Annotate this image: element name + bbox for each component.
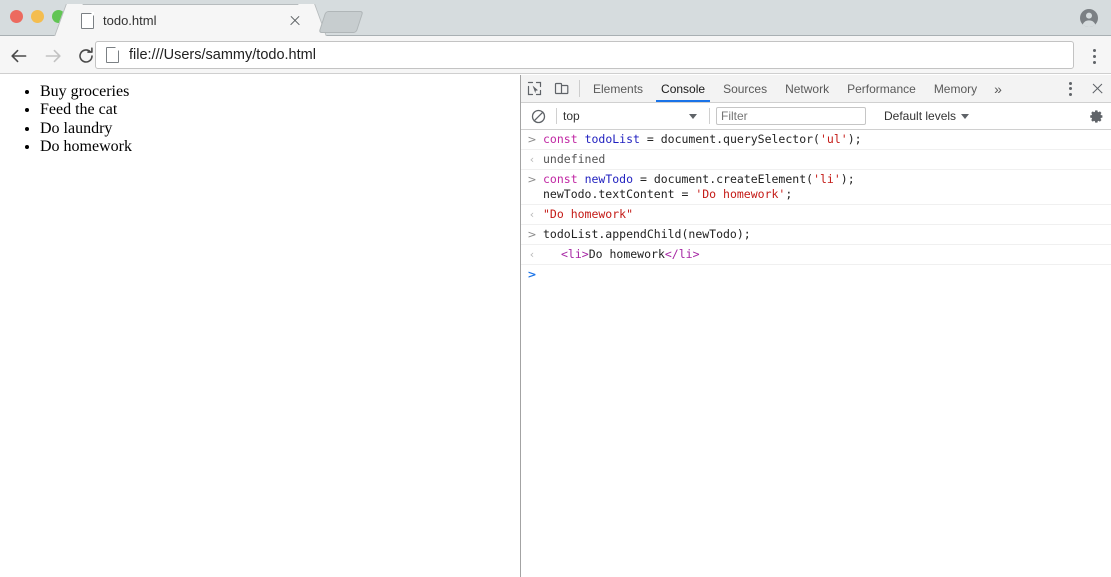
tab-strip: todo.html: [0, 0, 1111, 36]
omnibox-document-icon: [106, 46, 120, 63]
console-input-marker: >: [527, 228, 537, 241]
console-output-marker: ‹: [529, 153, 535, 166]
console-filter-bar: top Filter Default levels: [521, 103, 1111, 130]
inspect-element-icon[interactable]: [521, 75, 548, 102]
account-circle-icon[interactable]: [1079, 8, 1099, 28]
console-prompt-row[interactable]: >: [521, 265, 1111, 284]
close-window-button[interactable]: [10, 10, 23, 23]
forward-button[interactable]: [42, 45, 64, 67]
filter-divider: [709, 108, 710, 124]
chevron-down-icon: [961, 113, 970, 119]
console-row-content: todoList.appendChild(newTodo);: [543, 227, 751, 241]
more-tabs-chevron-icon[interactable]: »: [986, 75, 1010, 102]
tab-elements[interactable]: Elements: [584, 75, 652, 102]
browser-window: todo.html file:///Users/sammy/todo.html …: [0, 0, 1111, 577]
console-row-content: const todoList = document.querySelector(…: [543, 132, 862, 146]
console-input-marker: >: [527, 173, 537, 186]
back-button[interactable]: [8, 45, 30, 67]
execution-context-value: top: [563, 109, 580, 123]
console-filter-placeholder: Filter: [721, 109, 748, 123]
console-row[interactable]: ‹ "Do homework": [521, 205, 1111, 225]
tab-performance[interactable]: Performance: [838, 75, 925, 102]
list-item: Buy groceries: [40, 83, 520, 101]
close-devtools-icon[interactable]: [1083, 76, 1111, 102]
console-row-content: const newTodo = document.createElement('…: [543, 172, 855, 201]
tab-favicon-icon: [81, 12, 94, 29]
address-bar-url: file:///Users/sammy/todo.html: [129, 47, 316, 63]
console-filter-input[interactable]: Filter: [716, 107, 866, 125]
browser-tab[interactable]: todo.html: [68, 4, 313, 36]
toolbar-divider: [579, 80, 580, 97]
filter-divider: [556, 108, 557, 124]
gear-icon[interactable]: [1081, 109, 1111, 124]
console-row[interactable]: > const todoList = document.querySelecto…: [521, 130, 1111, 150]
console-row[interactable]: > todoList.appendChild(newTodo);: [521, 225, 1111, 245]
tab-close-icon[interactable]: [288, 14, 302, 28]
devtools-tabbar: Elements Console Sources Network Perform…: [521, 75, 1111, 103]
browser-menu-icon[interactable]: [1085, 46, 1103, 66]
console-prompt-marker: >: [527, 268, 537, 281]
console-output-marker: ‹: [529, 248, 535, 261]
list-item: Do laundry: [40, 120, 520, 138]
window-controls: [10, 10, 65, 23]
console-row-content: <li>Do homework</li>: [561, 247, 700, 261]
console-row-content: undefined: [543, 152, 606, 166]
page-viewport: Buy groceries Feed the cat Do laundry Do…: [0, 75, 520, 577]
console-row[interactable]: > const newTodo = document.createElement…: [521, 170, 1111, 205]
browser-toolbar: file:///Users/sammy/todo.html: [0, 36, 1111, 74]
console-row-content: "Do homework": [543, 207, 634, 221]
reload-button[interactable]: [75, 45, 97, 67]
console-input-marker: >: [527, 133, 537, 146]
devtools-menu-icon[interactable]: [1057, 76, 1083, 102]
console-row[interactable]: ‹ <li>Do homework</li>: [521, 245, 1111, 265]
console-row[interactable]: ‹ undefined: [521, 150, 1111, 170]
tab-console[interactable]: Console: [652, 75, 714, 102]
chevron-down-icon: [689, 113, 697, 119]
tab-memory[interactable]: Memory: [925, 75, 986, 102]
todo-list: Buy groceries Feed the cat Do laundry Do…: [0, 75, 520, 156]
log-levels-value: Default levels: [884, 109, 957, 123]
log-levels-select[interactable]: Default levels: [884, 109, 970, 123]
minimize-window-button[interactable]: [31, 10, 44, 23]
list-item: Do homework: [40, 138, 520, 156]
new-tab-button[interactable]: [318, 11, 364, 33]
console-output[interactable]: > const todoList = document.querySelecto…: [521, 130, 1111, 577]
clear-console-icon[interactable]: [526, 109, 550, 124]
list-item: Feed the cat: [40, 101, 520, 119]
tab-title: todo.html: [103, 13, 157, 28]
tab-network[interactable]: Network: [776, 75, 838, 102]
devtools-panel: Elements Console Sources Network Perform…: [520, 75, 1111, 577]
execution-context-select[interactable]: top: [563, 109, 703, 123]
address-bar[interactable]: file:///Users/sammy/todo.html: [95, 41, 1074, 69]
console-output-marker: ‹: [529, 208, 535, 221]
device-toolbar-icon[interactable]: [548, 75, 575, 102]
tab-sources[interactable]: Sources: [714, 75, 776, 102]
